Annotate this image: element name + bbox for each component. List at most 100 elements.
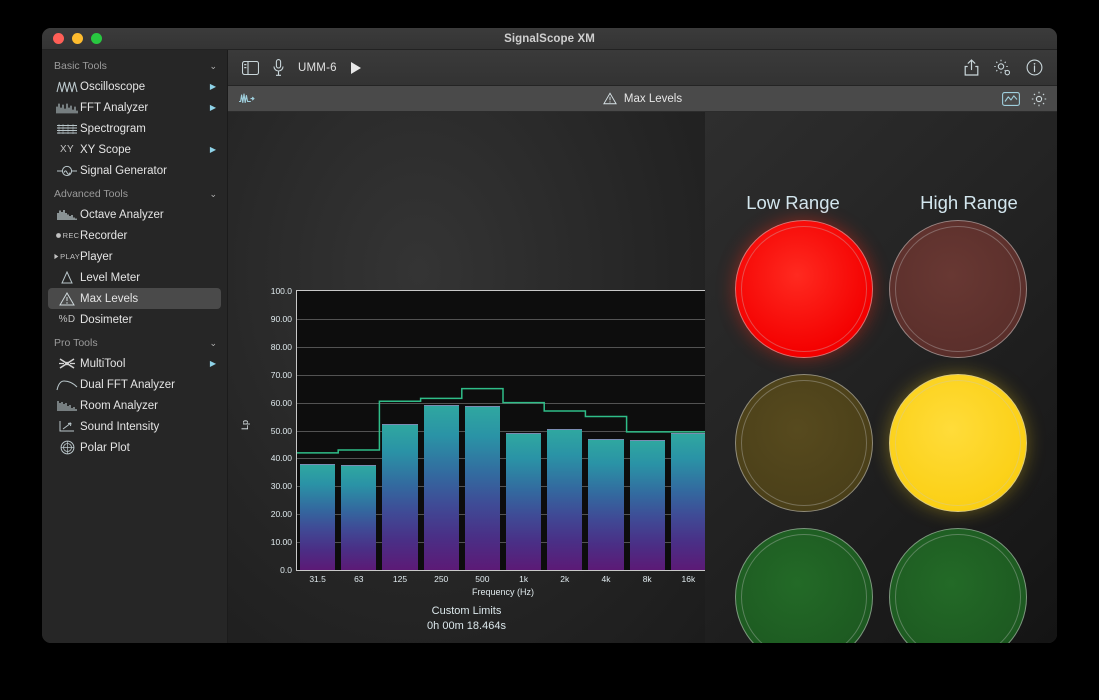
sidebar-item-label: FFT Analyzer xyxy=(80,102,206,114)
fft-icon xyxy=(54,102,80,114)
sidebar-item-room-analyzer[interactable]: Room Analyzer xyxy=(48,395,221,416)
sidebar-group-advanced-tools[interactable]: Advanced Tools ⌄ xyxy=(42,184,227,204)
polar-icon xyxy=(54,440,80,455)
minimize-window-button[interactable] xyxy=(72,33,83,44)
chart-y-tick-label: 90.00 xyxy=(271,314,292,324)
sidebar-toggle-icon[interactable] xyxy=(242,61,259,75)
light-amber-low-range[interactable] xyxy=(735,374,873,512)
level-meter-icon xyxy=(54,271,80,284)
sidebar-item-multitool[interactable]: MultiTool ▶ xyxy=(48,353,221,374)
lights-grid xyxy=(705,220,1057,643)
sidebar-group-label: Pro Tools xyxy=(54,337,209,349)
chart-x-tick-label: 63 xyxy=(354,574,363,584)
xy-icon-label: XY xyxy=(60,144,74,155)
disclosure-triangle-icon[interactable]: ▶ xyxy=(210,146,216,154)
column-header-high-range: High Range xyxy=(881,192,1057,214)
xy-icon: XY xyxy=(54,144,80,155)
sidebar-item-label: Level Meter xyxy=(80,272,212,284)
sidebar[interactable]: Basic Tools ⌄ Oscilloscope ▶ FFT Analyze… xyxy=(42,50,228,643)
warning-icon xyxy=(54,292,80,306)
chart-plot-box[interactable]: 100.090.0080.0070.0060.0050.0040.0030.00… xyxy=(296,290,710,571)
play-icon: PLAY xyxy=(54,252,80,261)
signal-gen-icon xyxy=(54,165,80,177)
sidebar-item-xy-scope[interactable]: XY XY Scope ▶ xyxy=(48,139,221,160)
play-button[interactable] xyxy=(351,62,361,74)
sidebar-group-pro-tools[interactable]: Pro Tools ⌄ xyxy=(42,333,227,353)
chart-y-tick-label: 30.00 xyxy=(271,481,292,491)
subbar-title: Max Levels xyxy=(624,93,682,105)
light-row-amber xyxy=(727,374,1035,512)
graph-icon[interactable] xyxy=(1002,92,1020,106)
play-icon-label: PLAY xyxy=(60,252,80,261)
light-green-low-range[interactable] xyxy=(735,528,873,643)
window-title: SignalScope XM xyxy=(42,33,1057,45)
record-icon: REC xyxy=(54,231,80,240)
light-red-high-range[interactable] xyxy=(889,220,1027,358)
chart-plot-area[interactable]: 100.090.0080.0070.0060.0050.0040.0030.00… xyxy=(296,290,710,571)
sidebar-item-label: Polar Plot xyxy=(80,442,212,454)
light-amber-high-range[interactable] xyxy=(889,374,1027,512)
sidebar-item-oscilloscope[interactable]: Oscilloscope ▶ xyxy=(48,76,221,97)
chart-x-tick-label: 8k xyxy=(643,574,652,584)
chevron-down-icon[interactable]: ⌄ xyxy=(209,338,217,349)
chart-y-tick-label: 100.0 xyxy=(271,286,292,296)
chevron-down-icon[interactable]: ⌄ xyxy=(209,189,217,200)
sidebar-item-label: Octave Analyzer xyxy=(80,209,212,221)
sidebar-item-signal-generator[interactable]: Signal Generator xyxy=(48,160,221,181)
title-bar: SignalScope XM xyxy=(42,28,1057,50)
close-window-button[interactable] xyxy=(53,33,64,44)
chart-x-tick-label: 31.5 xyxy=(309,574,326,584)
sidebar-item-max-levels[interactable]: Max Levels xyxy=(48,288,221,309)
sidebar-group-basic-tools[interactable]: Basic Tools ⌄ xyxy=(42,56,227,76)
chart-x-tick-label: 16k xyxy=(682,574,696,584)
chart-limit-line xyxy=(297,291,709,570)
sidebar-item-label: Oscilloscope xyxy=(80,81,206,93)
waveform-icon xyxy=(54,81,80,93)
gear-icon[interactable] xyxy=(1031,91,1047,107)
sidebar-item-polar-plot[interactable]: Polar Plot xyxy=(48,437,221,458)
sidebar-item-octave-analyzer[interactable]: Octave Analyzer xyxy=(48,204,221,225)
sidebar-item-dual-fft-analyzer[interactable]: Dual FFT Analyzer xyxy=(48,374,221,395)
sidebar-item-fft-analyzer[interactable]: FFT Analyzer ▶ xyxy=(48,97,221,118)
waveform-input-icon[interactable] xyxy=(238,92,257,105)
sidebar-item-label: Player xyxy=(80,251,212,263)
disclosure-triangle-icon[interactable]: ▶ xyxy=(210,83,216,91)
subbar-center-group: Max Levels xyxy=(228,92,1057,105)
status-footer: Custom Limits 0h 00m 18.464s xyxy=(228,604,705,634)
chart-y-tick-label: 80.00 xyxy=(271,342,292,352)
sidebar-item-dosimeter[interactable]: %D Dosimeter xyxy=(48,309,221,330)
room-icon xyxy=(54,400,80,412)
bars-icon xyxy=(54,209,80,221)
spectrogram-icon xyxy=(54,123,80,135)
app-window: SignalScope XM Basic Tools ⌄ Oscilloscop… xyxy=(42,28,1057,643)
settings-gear-icon[interactable] xyxy=(993,59,1012,77)
sidebar-item-spectrogram[interactable]: Spectrogram xyxy=(48,118,221,139)
light-red-low-range[interactable] xyxy=(735,220,873,358)
chart-x-tick-label: 250 xyxy=(434,574,448,584)
sidebar-item-recorder[interactable]: REC Recorder xyxy=(48,225,221,246)
sidebar-item-label: Dosimeter xyxy=(80,314,212,326)
chart-x-tick-label: 500 xyxy=(475,574,489,584)
share-icon[interactable] xyxy=(964,59,979,76)
sidebar-item-label: Max Levels xyxy=(80,293,212,305)
main-toolbar: UMM-6 xyxy=(228,50,1057,86)
sidebar-item-label: Room Analyzer xyxy=(80,400,212,412)
disclosure-triangle-icon[interactable]: ▶ xyxy=(210,360,216,368)
device-name[interactable]: UMM-6 xyxy=(298,62,337,74)
chart-x-axis-label: Frequency (Hz) xyxy=(297,587,709,597)
chart-x-tick-label: 4k xyxy=(602,574,611,584)
maximize-window-button[interactable] xyxy=(91,33,102,44)
info-icon[interactable] xyxy=(1026,59,1043,76)
sidebar-item-sound-intensity[interactable]: Sound Intensity xyxy=(48,416,221,437)
microphone-icon[interactable] xyxy=(273,59,284,76)
light-green-high-range[interactable] xyxy=(889,528,1027,643)
sidebar-item-label: Recorder xyxy=(80,230,212,242)
chart-pane: Lp 100.090.0080.0070.0060.0050.0040.0030… xyxy=(228,112,705,643)
disclosure-triangle-icon[interactable]: ▶ xyxy=(210,104,216,112)
window-controls xyxy=(42,33,102,44)
sidebar-item-player[interactable]: PLAY Player xyxy=(48,246,221,267)
chevron-down-icon[interactable]: ⌄ xyxy=(209,61,217,72)
sidebar-item-label: MultiTool xyxy=(80,358,206,370)
sidebar-item-label: Sound Intensity xyxy=(80,421,212,433)
sidebar-item-level-meter[interactable]: Level Meter xyxy=(48,267,221,288)
